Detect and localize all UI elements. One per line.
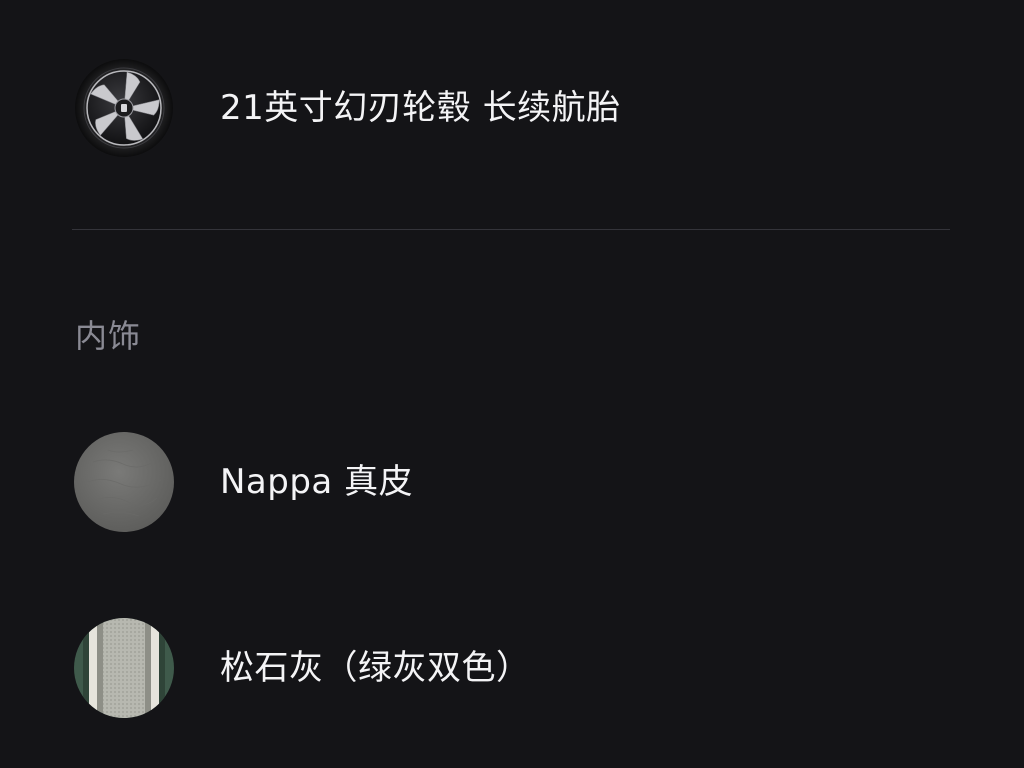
interior-option-pine-grey[interactable]: 松石灰（绿灰双色）: [73, 618, 949, 718]
wheel-option-row[interactable]: 21英寸幻刃轮毂 长续航胎: [73, 58, 949, 158]
grey-leather-swatch-icon: [73, 432, 175, 532]
interior-option-nappa[interactable]: Nappa 真皮: [73, 432, 949, 532]
section-divider: [72, 229, 950, 230]
wheel-icon: [73, 58, 175, 158]
interior-option-label: Nappa 真皮: [220, 462, 414, 502]
wheel-option-label: 21英寸幻刃轮毂 长续航胎: [220, 88, 621, 128]
interior-section-title: 内饰: [75, 317, 142, 355]
interior-option-label: 松石灰（绿灰双色）: [220, 648, 531, 688]
green-grey-two-tone-swatch-icon: [73, 618, 175, 718]
